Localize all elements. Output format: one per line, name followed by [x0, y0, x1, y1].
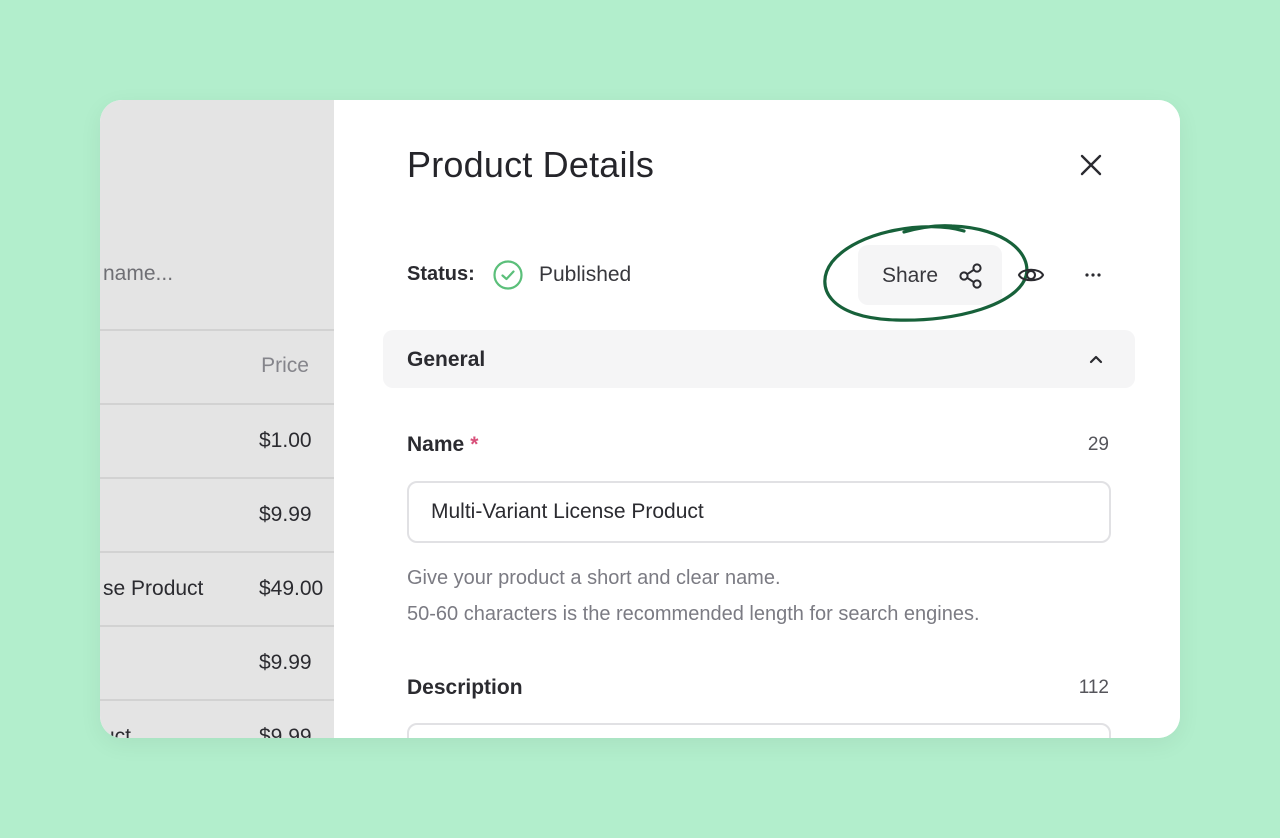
eye-icon[interactable] [1016, 260, 1046, 290]
product-table-backdrop: name... Price $1.00 $9.99 se Product $49… [100, 100, 334, 738]
divider [100, 625, 334, 627]
name-field-label: Name * [407, 433, 478, 457]
divider [100, 329, 334, 331]
name-help-text-2: 50-60 characters is the recommended leng… [407, 603, 980, 625]
close-button[interactable] [1076, 150, 1106, 180]
description-input[interactable] [407, 723, 1111, 738]
section-title: General [407, 348, 486, 371]
name-input-value: Multi-Variant License Product [431, 500, 704, 523]
product-drawer-card: name... Price $1.00 $9.99 se Product $49… [100, 100, 1180, 738]
status-label: Status: [407, 263, 475, 285]
name-help-text-1: Give your product a short and clear name… [407, 567, 781, 589]
page-title: Product Details [407, 144, 655, 185]
share-button[interactable]: Share [858, 245, 1002, 305]
table-row-price: $9.99 [259, 503, 312, 526]
column-header-price[interactable]: Price [261, 354, 309, 378]
name-label-text: Name [407, 433, 465, 456]
status-value: Published [539, 263, 632, 286]
table-row-name: se Product [103, 577, 204, 600]
divider [100, 551, 334, 553]
table-row-price: $9.99 [259, 725, 312, 738]
chevron-up-icon [1089, 355, 1103, 364]
more-horizontal-icon[interactable] [1078, 260, 1108, 290]
share-label: Share [882, 264, 939, 287]
name-input[interactable]: Multi-Variant License Product [407, 481, 1111, 543]
divider [100, 699, 334, 701]
close-icon [1080, 154, 1102, 176]
section-general-header[interactable]: General [383, 330, 1135, 388]
required-marker: * [470, 433, 479, 456]
divider [100, 403, 334, 405]
check-circle-icon [493, 260, 523, 290]
product-details-panel: Product Details Status: Published Share [334, 100, 1180, 738]
table-row-price: $49.00 [259, 577, 324, 600]
search-input-fragment[interactable]: name... [103, 262, 173, 286]
description-field-label: Description [407, 676, 523, 699]
name-char-count: 29 [1087, 434, 1109, 455]
divider [100, 477, 334, 479]
share-icon [959, 263, 982, 289]
table-row-name: uct [103, 725, 132, 738]
description-char-count: 112 [1078, 677, 1109, 698]
table-row-price: $1.00 [259, 429, 312, 452]
table-row-price: $9.99 [259, 651, 312, 674]
